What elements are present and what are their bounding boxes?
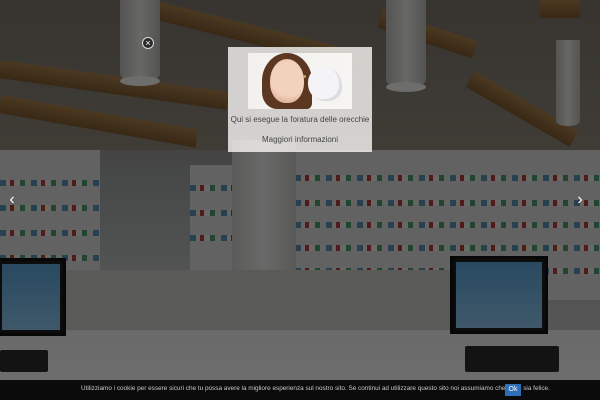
popup-text: Qui si esegue la foratura delle orecchie <box>230 115 370 124</box>
close-icon: × <box>145 38 151 48</box>
popup-card: Qui si esegue la foratura delle orecchie… <box>228 47 372 152</box>
earring-dot <box>303 75 306 78</box>
face-shape <box>270 59 304 103</box>
slider-next-button[interactable]: › <box>572 192 588 208</box>
chevron-left-icon: ‹ <box>9 191 15 208</box>
glove-shape <box>308 67 342 101</box>
cookie-ok-button[interactable]: Ok <box>505 384 521 396</box>
more-info-link[interactable]: Maggiori informazioni <box>228 135 372 144</box>
cookie-text: Utilizziamo i cookie per essere sicuri c… <box>81 385 550 392</box>
popup-image <box>248 53 352 109</box>
chevron-right-icon: › <box>577 191 583 208</box>
slider-prev-button[interactable]: ‹ <box>4 192 20 208</box>
popup-close-button[interactable]: × <box>142 37 154 49</box>
